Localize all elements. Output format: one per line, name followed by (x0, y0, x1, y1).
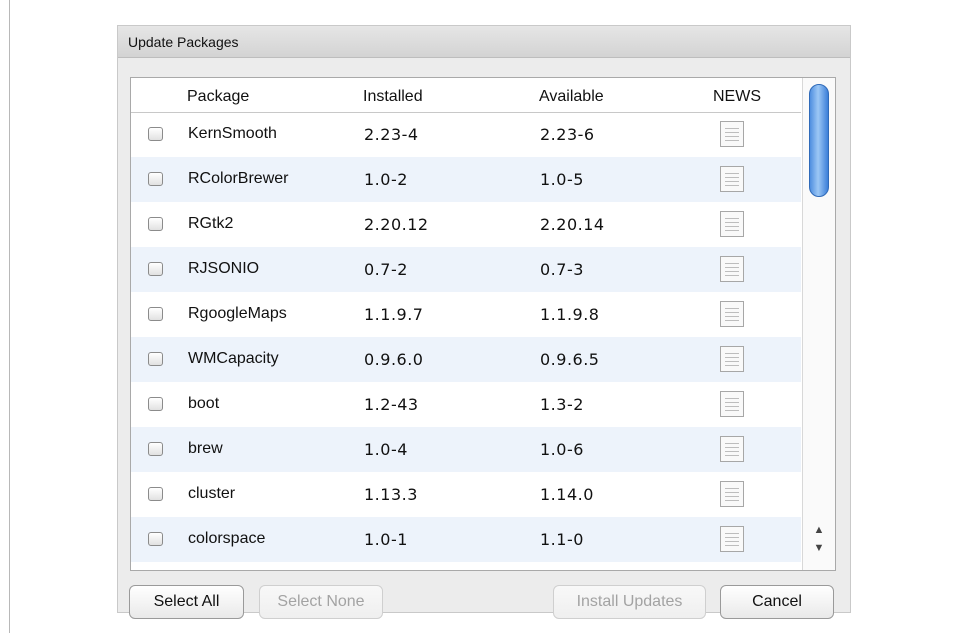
row-checkbox[interactable] (148, 262, 163, 276)
table-row[interactable]: RgoogleMaps 1.1.9.7 1.1.9.8 (131, 292, 801, 337)
table-row[interactable]: WMCapacity 0.9.6.0 0.9.6.5 (131, 337, 801, 382)
installed-version: 1.0-1 (364, 530, 408, 549)
table-row[interactable]: KernSmooth 2.23-4 2.23-6 (131, 112, 801, 157)
package-name: boot (188, 395, 220, 412)
news-document-icon[interactable] (720, 211, 744, 237)
available-version: 2.23-6 (540, 125, 595, 144)
available-version: 1.0-5 (540, 170, 584, 189)
available-version: 1.0-6 (540, 440, 584, 459)
available-version: 0.9.6.5 (540, 350, 600, 369)
available-version: 1.1-0 (540, 530, 584, 549)
available-version: 0.7-3 (540, 260, 584, 279)
vertical-scrollbar[interactable]: ▲ ▼ (802, 78, 835, 570)
installed-version: 1.0-4 (364, 440, 408, 459)
installed-version: 2.23-4 (364, 125, 419, 144)
available-version: 1.3-2 (540, 395, 584, 414)
row-checkbox[interactable] (148, 127, 163, 141)
table-header: Package Installed Available NEWS (131, 78, 801, 113)
row-checkbox[interactable] (148, 352, 163, 366)
scrollbar-thumb[interactable] (809, 84, 829, 197)
table-row[interactable]: cluster 1.13.3 1.14.0 (131, 472, 801, 517)
package-name: brew (188, 440, 223, 457)
installed-version: 1.2-43 (364, 395, 419, 414)
available-version: 2.20.14 (540, 215, 605, 234)
installed-version: 0.9.6.0 (364, 350, 424, 369)
dialog-title: Update Packages (128, 34, 239, 50)
package-name: colorspace (188, 530, 266, 547)
news-document-icon[interactable] (720, 346, 744, 372)
install-updates-button[interactable]: Install Updates (553, 585, 706, 619)
news-document-icon[interactable] (720, 436, 744, 462)
table-row[interactable]: boot 1.2-43 1.3-2 (131, 382, 801, 427)
news-document-icon[interactable] (720, 166, 744, 192)
column-header-package[interactable]: Package (187, 88, 249, 106)
scroll-down-arrow-icon[interactable]: ▼ (811, 540, 827, 556)
update-packages-dialog: Update Packages Package Installed Availa… (117, 25, 851, 619)
news-document-icon[interactable] (720, 526, 744, 552)
news-document-icon[interactable] (720, 256, 744, 282)
column-header-available[interactable]: Available (539, 88, 604, 106)
installed-version: 1.1.9.7 (364, 305, 424, 324)
column-header-news[interactable]: NEWS (713, 88, 761, 106)
available-version: 1.14.0 (540, 485, 594, 504)
table-row[interactable]: RJSONIO 0.7-2 0.7-3 (131, 247, 801, 292)
table-rows: KernSmooth 2.23-4 2.23-6 RColorBrewer 1.… (131, 112, 801, 562)
select-all-button[interactable]: Select All (129, 585, 244, 619)
installed-version: 0.7-2 (364, 260, 408, 279)
row-checkbox[interactable] (148, 217, 163, 231)
table-row[interactable]: brew 1.0-4 1.0-6 (131, 427, 801, 472)
installed-version: 1.0-2 (364, 170, 408, 189)
installed-version: 2.20.12 (364, 215, 429, 234)
package-name: cluster (188, 485, 236, 502)
news-document-icon[interactable] (720, 481, 744, 507)
table-row[interactable]: RGtk2 2.20.12 2.20.14 (131, 202, 801, 247)
select-none-button[interactable]: Select None (259, 585, 383, 619)
available-version: 1.1.9.8 (540, 305, 600, 324)
scroll-up-arrow-icon[interactable]: ▲ (811, 522, 827, 538)
news-document-icon[interactable] (720, 301, 744, 327)
packages-table: Package Installed Available NEWS KernSmo… (130, 77, 836, 571)
package-name: WMCapacity (188, 350, 279, 367)
package-name: RGtk2 (188, 215, 234, 232)
row-checkbox[interactable] (148, 487, 163, 501)
package-name: KernSmooth (188, 125, 277, 142)
package-name: RgoogleMaps (188, 305, 287, 322)
cancel-button[interactable]: Cancel (720, 585, 834, 619)
news-document-icon[interactable] (720, 391, 744, 417)
row-checkbox[interactable] (148, 307, 163, 321)
dialog-titlebar: Update Packages (118, 26, 850, 58)
window-edge (9, 0, 10, 633)
row-checkbox[interactable] (148, 172, 163, 186)
row-checkbox[interactable] (148, 532, 163, 546)
row-checkbox[interactable] (148, 442, 163, 456)
installed-version: 1.13.3 (364, 485, 418, 504)
news-document-icon[interactable] (720, 121, 744, 147)
row-checkbox[interactable] (148, 397, 163, 411)
table-row[interactable]: RColorBrewer 1.0-2 1.0-5 (131, 157, 801, 202)
column-header-installed[interactable]: Installed (363, 88, 423, 106)
package-name: RJSONIO (188, 260, 260, 277)
package-name: RColorBrewer (188, 170, 289, 187)
table-row[interactable]: colorspace 1.0-1 1.1-0 (131, 517, 801, 562)
